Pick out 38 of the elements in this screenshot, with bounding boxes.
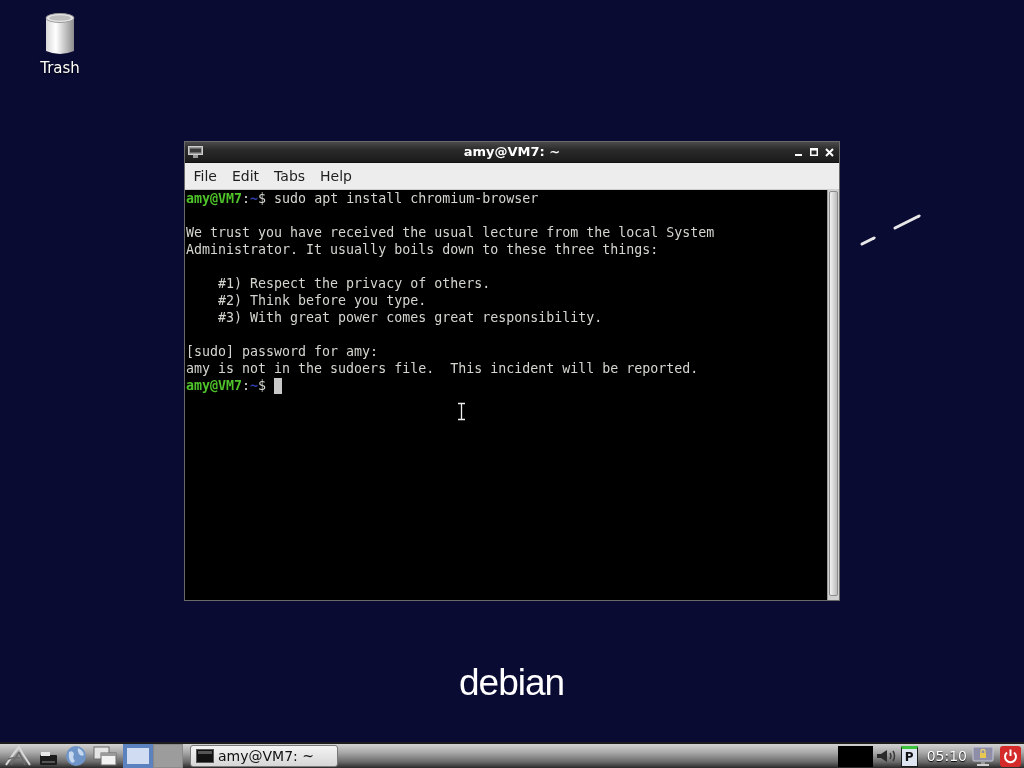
drive-icon[interactable] [40, 752, 57, 765]
trash-can-icon[interactable] [44, 12, 76, 56]
tray-indicator[interactable]: P [900, 745, 918, 767]
icon-label[interactable]: Trash [40, 59, 80, 77]
globe-icon[interactable] [65, 745, 87, 767]
scrollbar[interactable] [827, 190, 839, 600]
window-title: amy@VM7: ~ [463, 144, 561, 160]
terminal-output: #1) Respect the privacy of others. [218, 275, 491, 292]
terminal-output: Administrator. It usually boils down to these three things: [186, 241, 659, 258]
screen-lock-icon[interactable] [972, 745, 994, 767]
shell-prompt: amy@VM7:~$ [186, 377, 267, 394]
task-button[interactable]: amy@VM7: ~ [190, 745, 338, 767]
terminal-output: [sudo] password for amy: [186, 343, 379, 360]
streak-icon [860, 236, 876, 246]
menu-item[interactable]: File [186, 165, 225, 187]
tray-applet-icon[interactable] [837, 745, 873, 767]
menu-item[interactable]: Edit [224, 165, 267, 187]
wallpaper-logo: debian [459, 662, 565, 704]
ibeam-pointer-icon [457, 402, 466, 421]
command-text: sudo apt install chromium-browser [273, 190, 539, 207]
shell-prompt: amy@VM7:~$ [186, 190, 267, 207]
terminal-icon [196, 749, 214, 763]
close-icon[interactable] [825, 147, 834, 157]
terminal-output: amy is not in the sudoers file. This incident will be reported. [186, 360, 699, 377]
speaker-icon[interactable] [875, 749, 898, 763]
streak-icon [893, 214, 921, 230]
monitor-icon[interactable] [188, 146, 203, 158]
terminal-output: #3) With great power comes great responsibility. [218, 309, 603, 326]
workspace-button[interactable] [123, 744, 153, 768]
app-menu-icon[interactable] [4, 745, 32, 767]
terminal-output: #2) Think before you type. [218, 292, 427, 309]
scrollbar-thumb[interactable] [829, 191, 838, 596]
power-icon[interactable] [1000, 745, 1021, 767]
maximize-icon[interactable] [810, 148, 818, 156]
menu-item[interactable]: Help [312, 165, 360, 187]
menu-item[interactable]: Tabs [266, 165, 313, 187]
terminal-output: We trust you have received the usual lecture from the local System [186, 224, 715, 241]
windows-icon[interactable] [93, 746, 117, 766]
